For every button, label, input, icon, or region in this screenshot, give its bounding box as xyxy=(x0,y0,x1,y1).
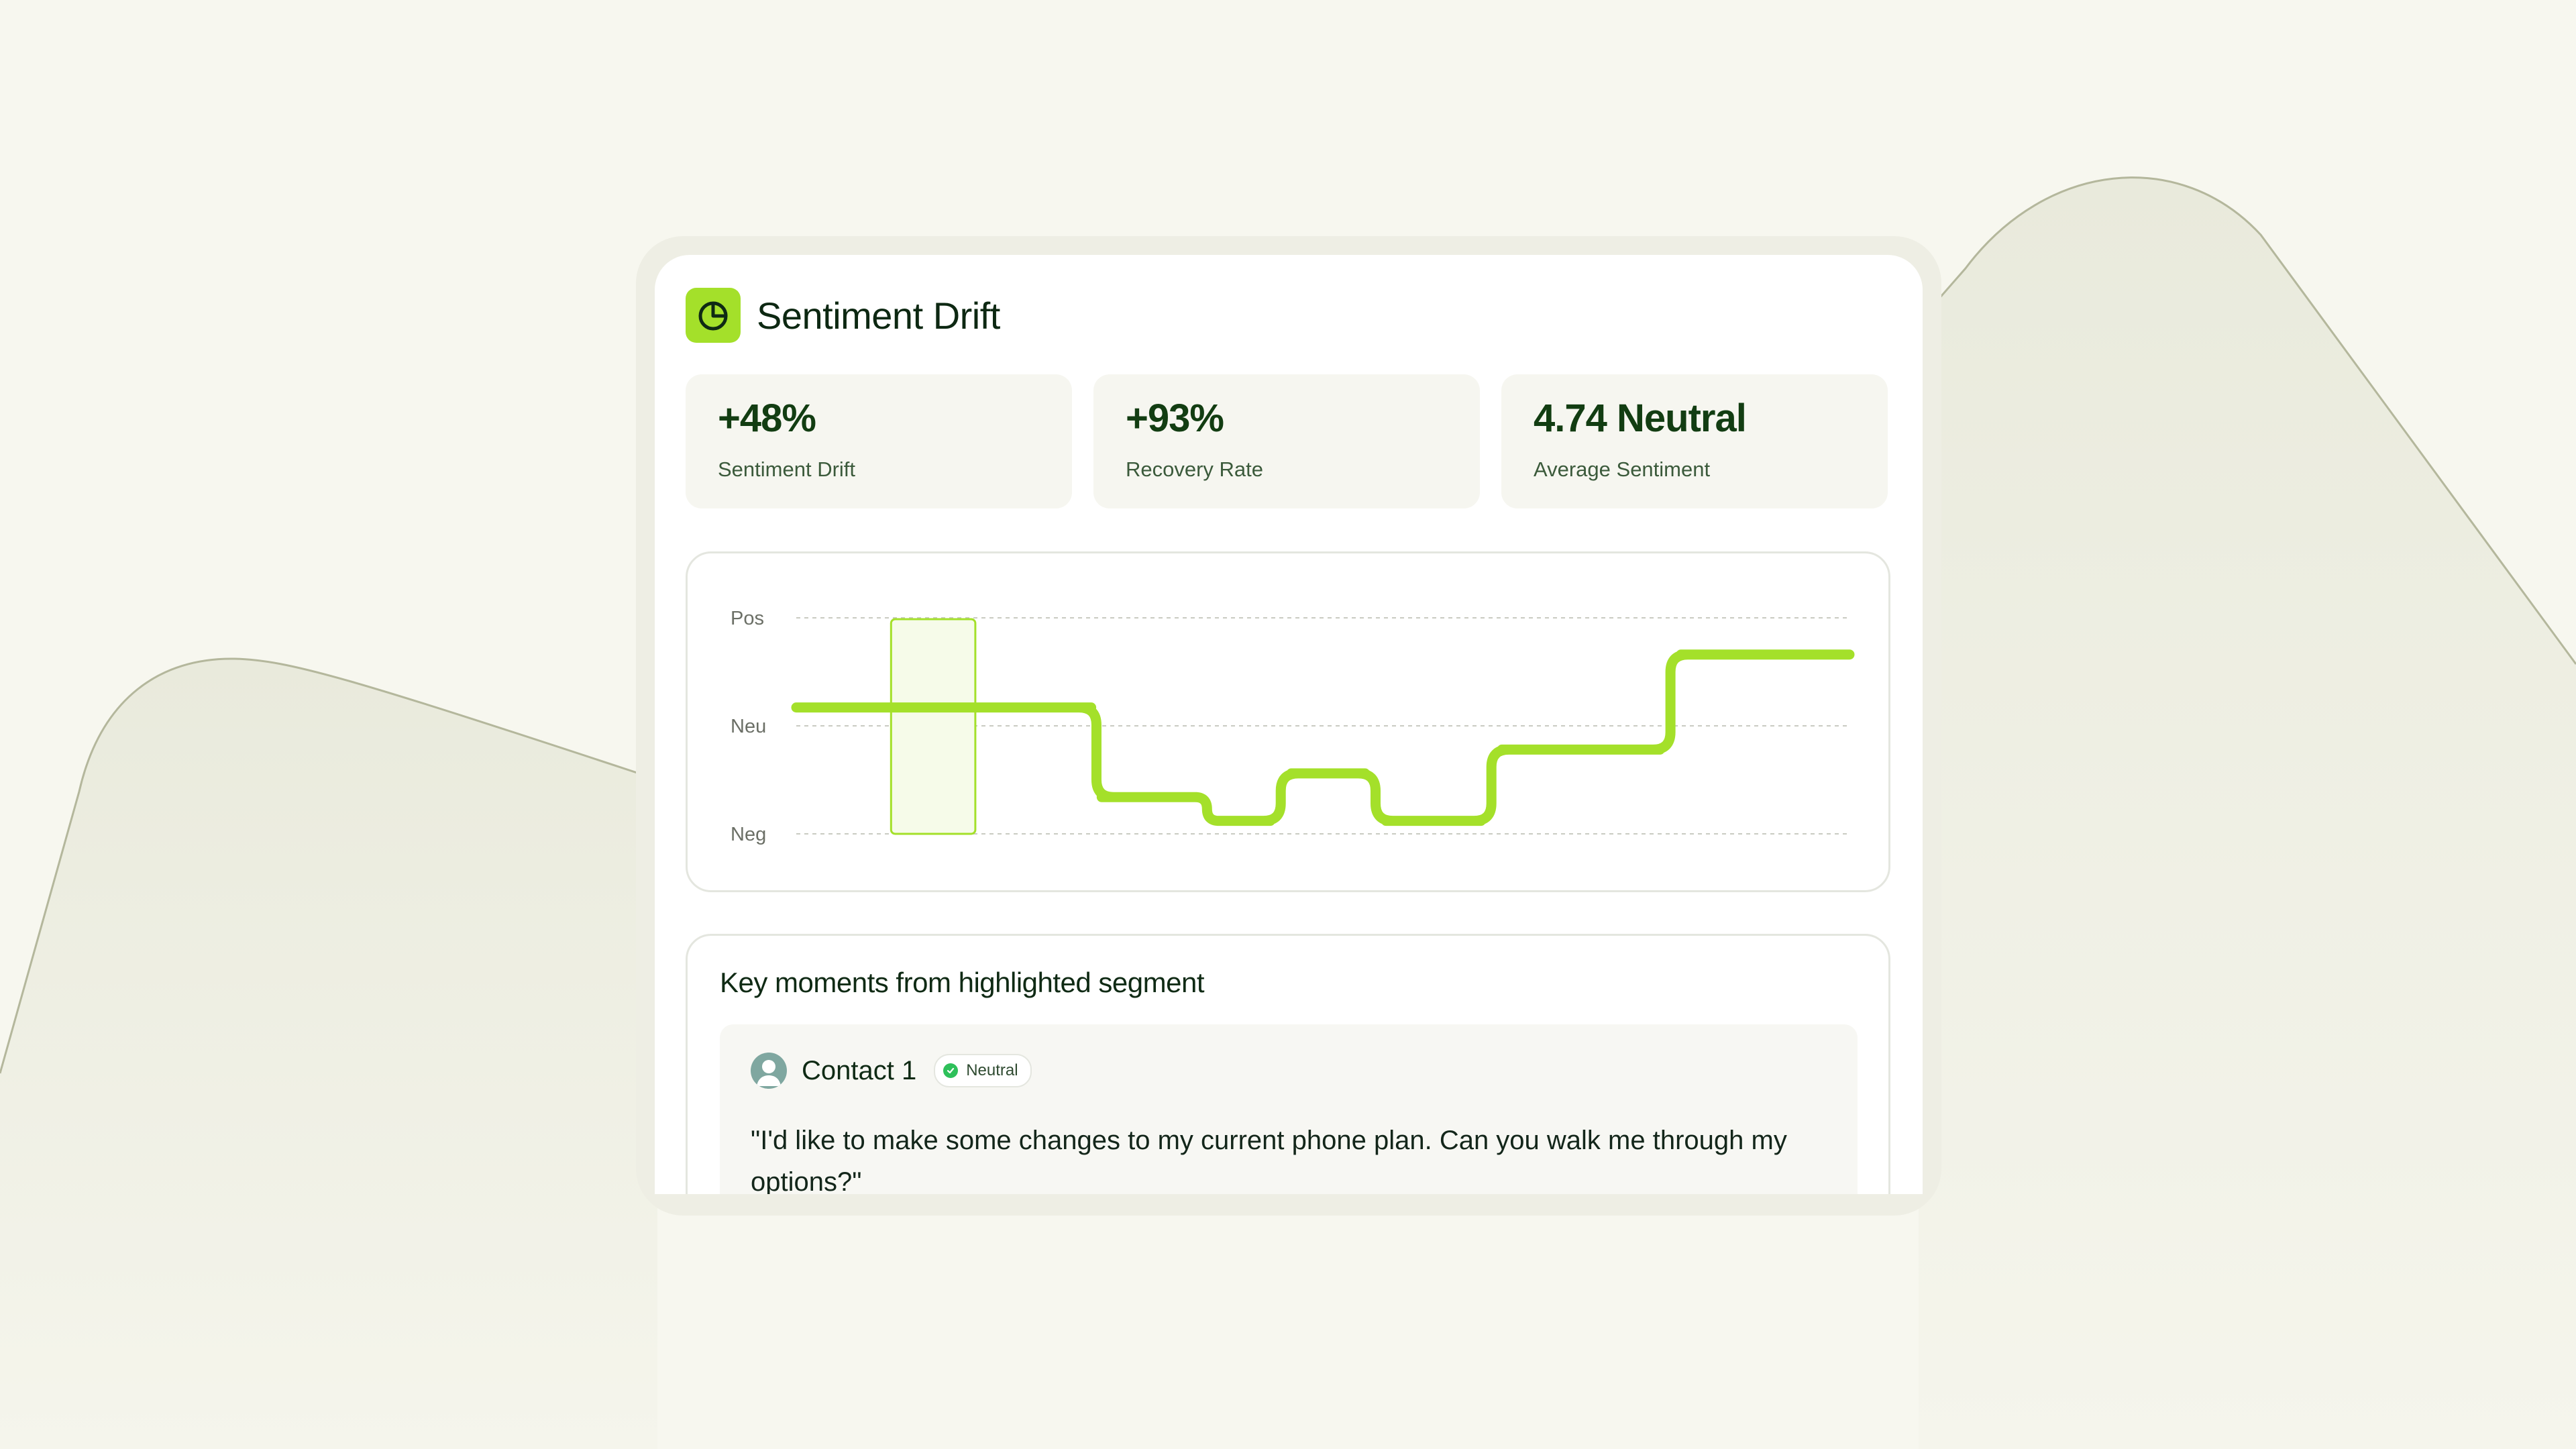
stat-label: Sentiment Drift xyxy=(718,458,856,481)
page-title: Sentiment Drift xyxy=(757,294,1000,337)
badge-label: Neutral xyxy=(966,1061,1018,1079)
highlighted-segment[interactable] xyxy=(890,618,977,835)
key-moments-panel: Key moments from highlighted segment Con… xyxy=(686,934,1890,1194)
check-circle-icon xyxy=(943,1063,959,1078)
user-avatar-icon xyxy=(751,1053,787,1089)
y-tick-label: Pos xyxy=(731,608,764,629)
card-header: Sentiment Drift xyxy=(686,287,1000,343)
y-tick-label: Neu xyxy=(731,716,766,737)
chart-canvas: Pos Neu Neg xyxy=(731,608,1855,845)
y-tick-label: Neg xyxy=(731,824,766,845)
contact-name: Contact 1 xyxy=(802,1055,917,1085)
stat-card-drift: +48% Sentiment Drift xyxy=(686,374,1072,508)
sentiment-card: Sentiment Drift +48% Sentiment Drift +93… xyxy=(655,255,1923,1194)
pie-chart-icon xyxy=(686,288,741,343)
stat-card-average: 4.74 Neutral Average Sentiment xyxy=(1501,374,1888,508)
sentiment-chart: Pos Neu Neg xyxy=(686,551,1890,892)
moment-item[interactable]: Contact 1 Neutral "I'd like to make some… xyxy=(720,1024,1858,1194)
stat-value: +93% xyxy=(1126,396,1224,440)
stat-value: 4.74 Neutral xyxy=(1534,396,1747,440)
stat-label: Recovery Rate xyxy=(1126,458,1264,481)
section-title: Key moments from highlighted segment xyxy=(720,967,1205,998)
stat-value: +48% xyxy=(718,396,816,440)
stat-label: Average Sentiment xyxy=(1534,458,1711,481)
sentiment-badge: Neutral xyxy=(934,1054,1032,1087)
quote-text: "I'd like to make some changes to my cur… xyxy=(751,1126,1787,1194)
contact-row: Contact 1 Neutral xyxy=(751,1053,1032,1089)
stat-card-recovery: +93% Recovery Rate xyxy=(1093,374,1480,508)
